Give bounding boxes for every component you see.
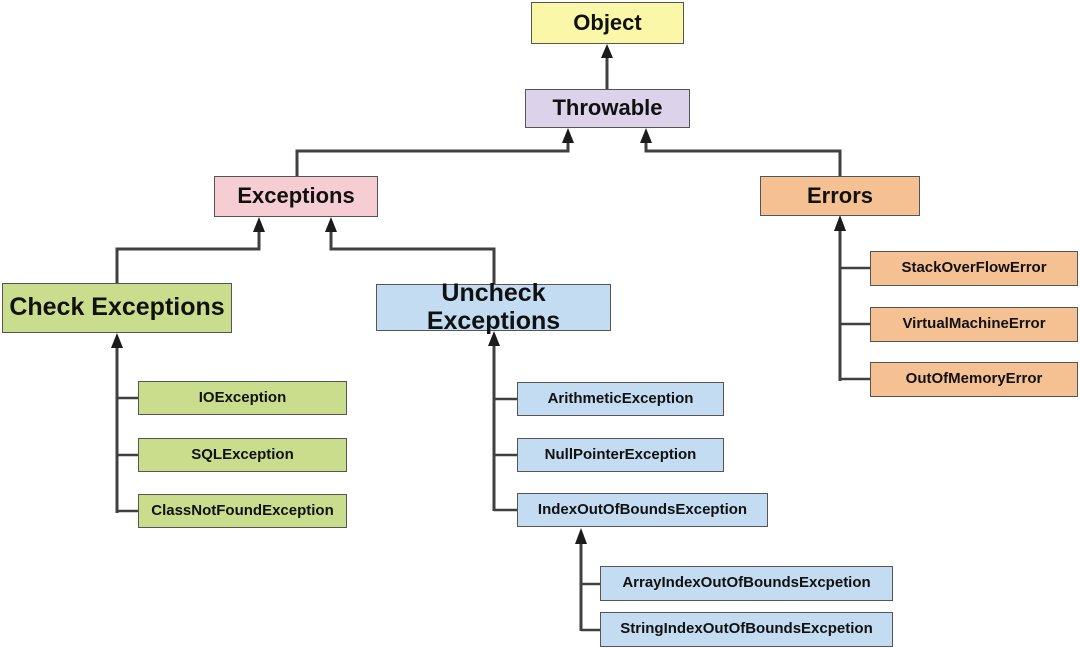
node-uncheck-exceptions-label: Uncheck Exceptions (426, 279, 561, 335)
node-classnotfoundexception-label: ClassNotFoundException (151, 501, 334, 519)
arrowhead-throwable-left (562, 128, 574, 143)
node-indexoutofboundsexception[interactable]: IndexOutOfBoundsException (517, 493, 768, 527)
node-uncheck-exceptions[interactable]: Uncheck Exceptions (376, 279, 611, 334)
node-errors-label: Errors (806, 182, 874, 208)
edge-check-to-exceptions (115, 231, 261, 283)
node-virtualmachineerror[interactable]: VirtualMachineError (870, 307, 1078, 342)
node-arithmeticexception[interactable]: ArithmeticException (517, 382, 724, 416)
edge-errors-to-throwable (644, 141, 842, 176)
edge-exceptions-to-throwable (295, 141, 570, 176)
arrowhead-exceptions-left (253, 217, 265, 232)
node-stackoverflowerror-label: StackOverFlowError (901, 259, 1047, 277)
arrowhead-errors (834, 215, 846, 231)
node-outofmemoryerror-label: OutOfMemoryError (905, 370, 1043, 388)
node-indexoutofboundsexception-label: IndexOutOfBoundsException (537, 500, 748, 518)
node-stringindexoutofboundsexception[interactable]: StringIndexOutOfBoundsExcpetion (600, 612, 893, 647)
node-check-exceptions-label: Check Exceptions (9, 293, 225, 322)
node-check-exceptions[interactable]: Check Exceptions (2, 283, 232, 333)
node-outofmemoryerror[interactable]: OutOfMemoryError (870, 362, 1078, 397)
node-stringindexoutofboundsexception-label: StringIndexOutOfBoundsExcpetion (620, 620, 873, 638)
node-ioexception-label: IOException (198, 388, 287, 406)
arrowhead-throwable-right (640, 128, 652, 143)
node-nullpointerexception[interactable]: NullPointerException (517, 438, 724, 472)
node-classnotfoundexception[interactable]: ClassNotFoundException (138, 494, 347, 528)
arrowhead-indexoutofbounds (575, 528, 587, 544)
node-nullpointerexception-label: NullPointerException (544, 445, 697, 463)
node-throwable-label: Throwable (552, 95, 663, 121)
node-throwable[interactable]: Throwable (525, 89, 690, 128)
node-object[interactable]: Object (531, 2, 684, 44)
exception-hierarchy-diagram: Object Throwable Exceptions Errors Check… (0, 0, 1080, 648)
node-object-label: Object (573, 9, 642, 35)
arrowhead-object (601, 44, 613, 58)
node-errors[interactable]: Errors (760, 176, 920, 216)
node-stackoverflowerror[interactable]: StackOverFlowError (870, 251, 1078, 286)
arrowhead-check-exceptions (111, 333, 123, 348)
node-exceptions-label: Exceptions (237, 183, 355, 209)
node-arithmeticexception-label: ArithmeticException (547, 389, 694, 407)
node-sqlexception[interactable]: SQLException (138, 438, 347, 472)
node-exceptions[interactable]: Exceptions (214, 176, 378, 217)
node-sqlexception-label: SQLException (191, 445, 294, 463)
edge-uncheck-to-exceptions (329, 231, 496, 284)
node-virtualmachineerror-label: VirtualMachineError (902, 315, 1046, 333)
arrowhead-exceptions-right (325, 217, 337, 232)
node-arrayindexoutofboundsexception-label: ArrayIndexOutOfBoundsExcpetion (622, 574, 871, 592)
node-arrayindexoutofboundsexception[interactable]: ArrayIndexOutOfBoundsExcpetion (600, 566, 893, 601)
node-ioexception[interactable]: IOException (138, 381, 347, 415)
